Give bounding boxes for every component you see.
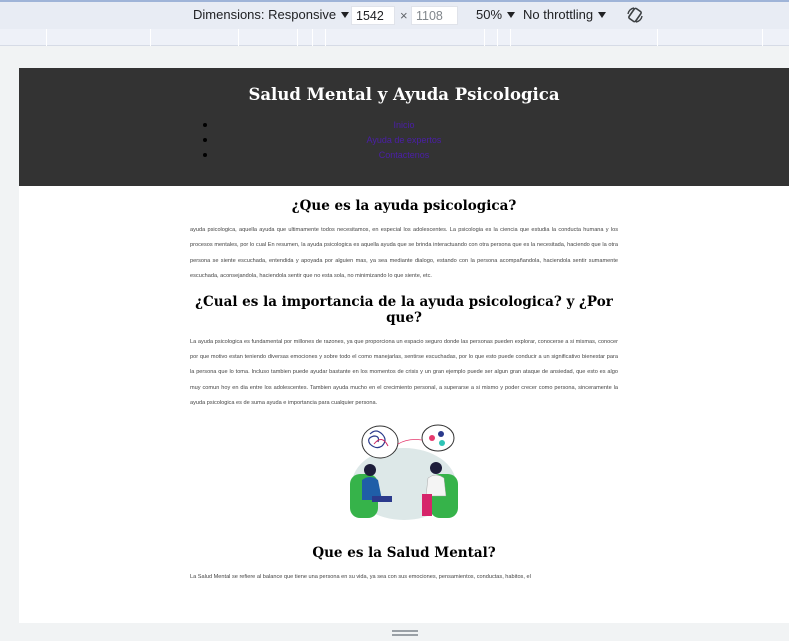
chevron-down-icon [507, 11, 516, 18]
ruler-tick [46, 29, 47, 46]
rotate-icon [627, 7, 643, 23]
ruler-tick [297, 29, 298, 46]
bullet-icon [203, 123, 207, 127]
site-nav: Inicio Ayuda de expertos Contactenos [19, 118, 789, 163]
zoom-label: 50% [476, 7, 503, 22]
dimensions-label: Dimensions: Responsive [193, 7, 337, 22]
zoom-dropdown[interactable]: 50% [476, 7, 516, 22]
dimensions-dropdown[interactable]: Dimensions: Responsive [193, 7, 350, 22]
resize-handle-icon [392, 630, 418, 632]
nav-link-ayuda[interactable]: Ayuda de expertos [367, 135, 442, 145]
width-input[interactable] [351, 6, 395, 25]
bullet-icon [203, 138, 207, 142]
section-title: ¿Que es la ayuda psicologica? [291, 198, 517, 214]
ruler-tick [484, 29, 485, 46]
ruler-tick [510, 29, 511, 46]
resize-handle-icon [392, 634, 418, 636]
emulated-page: Salud Mental y Ayuda Psicologica Inicio … [19, 68, 789, 623]
nav-link-inicio[interactable]: Inicio [393, 120, 414, 130]
therapy-illustration [190, 422, 618, 527]
nav-item-contacto: Contactenos [19, 148, 789, 163]
nav-item-inicio: Inicio [19, 118, 789, 133]
throttling-label: No throttling [523, 7, 594, 22]
device-toolbar: Dimensions: Responsive × 50% No throttli… [0, 0, 789, 29]
ruler-tick [312, 29, 313, 46]
rotate-button[interactable] [626, 6, 644, 24]
throttling-dropdown[interactable]: No throttling [523, 7, 607, 22]
ruler-tick [150, 29, 151, 46]
ruler-tick [657, 29, 658, 46]
ruler-tick [762, 29, 763, 46]
dimension-separator: × [400, 8, 408, 23]
chevron-down-icon [341, 11, 350, 18]
site-title: Salud Mental y Ayuda Psicologica [248, 85, 560, 104]
ruler-tick [497, 29, 498, 46]
section-paragraph: La Salud Mental se refiere al balance qu… [190, 573, 531, 580]
section-title: Que es la Salud Mental? [312, 544, 496, 561]
resize-bar[interactable] [0, 623, 789, 641]
height-input[interactable] [411, 6, 458, 25]
nav-item-ayuda: Ayuda de expertos [19, 133, 789, 148]
nav-link-contacto[interactable]: Contactenos [379, 150, 430, 160]
ruler-tick [325, 29, 326, 46]
section-title: ¿Cual es la importancia de la ayuda psic… [195, 293, 613, 326]
bullet-icon [203, 153, 207, 157]
therapy-session-image [350, 424, 458, 520]
ruler-tick [238, 29, 239, 46]
site-header: Salud Mental y Ayuda Psicologica Inicio … [19, 68, 789, 186]
section-paragraph: La ayuda psicologica es fundamental por … [190, 338, 618, 407]
media-query-bar[interactable] [0, 29, 789, 46]
main-content: ¿Que es la ayuda psicologica? ayuda psic… [190, 186, 618, 585]
section-paragraph: ayuda psicologica, aquella ayuda que ult… [190, 227, 618, 280]
chevron-down-icon [598, 11, 607, 18]
